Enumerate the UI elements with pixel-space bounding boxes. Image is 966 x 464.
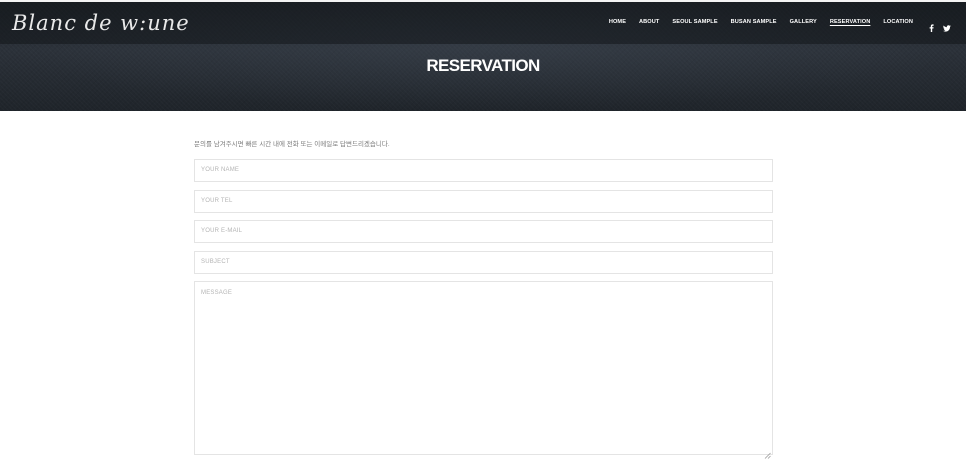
nav-item-seoul-sample[interactable]: SEOUL SAMPLE xyxy=(672,19,717,26)
nav-item-busan-sample[interactable]: BUSAN SAMPLE xyxy=(731,19,777,26)
email-input[interactable]: YOUR E-MAIL xyxy=(194,220,773,243)
subject-placeholder: SUBJECT xyxy=(201,259,230,265)
main-nav: HOME ABOUT SEOUL SAMPLE BUSAN SAMPLE GAL… xyxy=(609,19,951,32)
nav-item-about[interactable]: ABOUT xyxy=(639,19,659,26)
resize-handle-icon[interactable] xyxy=(764,446,771,459)
message-placeholder: MESSAGE xyxy=(201,290,233,296)
name-input[interactable]: YOUR NAME xyxy=(194,159,773,182)
social-links xyxy=(928,19,951,32)
name-placeholder: YOUR NAME xyxy=(201,167,240,173)
tel-input[interactable]: YOUR TEL xyxy=(194,190,773,213)
message-textarea[interactable]: MESSAGE xyxy=(194,281,773,459)
facebook-icon[interactable] xyxy=(928,19,935,32)
nav-item-reservation[interactable]: RESERVATION xyxy=(830,19,871,26)
email-placeholder: YOUR E-MAIL xyxy=(201,228,243,234)
nav-item-gallery[interactable]: GALLERY xyxy=(790,19,817,26)
twitter-icon[interactable] xyxy=(943,19,951,32)
page-header-banner: Blanc de w:une HOME ABOUT SEOUL SAMPLE B… xyxy=(0,0,966,111)
navbar: Blanc de w:une HOME ABOUT SEOUL SAMPLE B… xyxy=(0,2,966,44)
page-title: RESERVATION xyxy=(426,56,540,75)
subject-input[interactable]: SUBJECT xyxy=(194,251,773,274)
tel-placeholder: YOUR TEL xyxy=(201,198,233,204)
nav-item-home[interactable]: HOME xyxy=(609,19,626,26)
form-intro-text: 문의를 남겨주시면 빠른 시간 내에 전화 또는 이메일로 답변드리겠습니다. xyxy=(194,141,390,148)
site-logo[interactable]: Blanc de w:une xyxy=(12,11,190,35)
nav-item-location[interactable]: LOCATION xyxy=(883,19,913,26)
